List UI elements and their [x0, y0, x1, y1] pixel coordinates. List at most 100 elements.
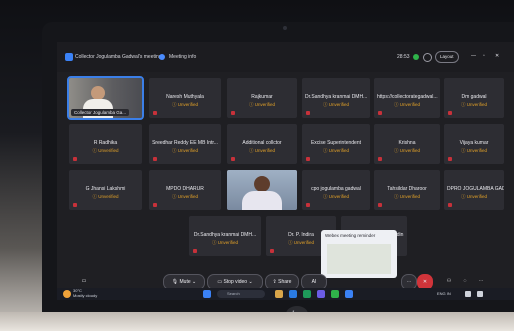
- unverified-badge: ⓘ Unverified: [393, 194, 420, 199]
- participant-tile[interactable]: R Radhika ⓘ Unverified: [69, 124, 142, 164]
- edge-icon[interactable]: [289, 290, 297, 298]
- unverified-badge: ⓘ Unverified: [171, 102, 198, 107]
- unverified-badge: ⓘ Unverified: [460, 194, 487, 199]
- more-icon[interactable]: ⋯: [475, 274, 487, 288]
- person-body: [242, 191, 282, 210]
- reminder-toast[interactable]: Webex meeting reminder: [321, 230, 397, 278]
- ai-label: AI: [311, 279, 317, 285]
- chrome-icon[interactable]: [303, 290, 311, 298]
- participant-tile[interactable]: Additional collctor ⓘ Unverified: [227, 124, 297, 164]
- unverified-badge: ⓘ Unverified: [211, 240, 238, 245]
- share-label: Share: [278, 279, 292, 285]
- unverified-badge: ⓘ Unverified: [460, 148, 487, 153]
- search-placeholder: Search: [227, 291, 240, 296]
- participant-name: https://collectorategadwal...: [377, 94, 438, 100]
- participant-name: cpo jogulamba gadwal: [311, 186, 361, 192]
- participant-tile[interactable]: https://collectorategadwal... ⓘ Unverifi…: [374, 78, 440, 118]
- participant-tile[interactable]: Dr.Sandhya kranmai DMH... ⓘ Unverified: [302, 78, 370, 118]
- connection-icon: [413, 54, 419, 60]
- participant-tile[interactable]: G Jhansi Lakshmi ⓘ Unverified: [69, 170, 142, 210]
- muted-mic-icon: [448, 111, 452, 115]
- camera-icon: ▭: [217, 279, 223, 285]
- start-icon[interactable]: [203, 290, 211, 298]
- windows-taskbar: 30°C Mostly cloudy Search ENG IN: [57, 288, 514, 300]
- muted-mic-icon: [448, 203, 452, 207]
- participant-tile[interactable]: Dr.Sandhya kranmai DMH... ⓘ Unverified: [189, 216, 261, 256]
- participant-name: Dr.Sandhya kranmai DMH...: [305, 94, 368, 100]
- unverified-badge: ⓘ Unverified: [322, 148, 349, 153]
- muted-mic-icon: [231, 157, 235, 161]
- muted-mic-icon: [306, 157, 310, 161]
- muted-mic-icon: [306, 111, 310, 115]
- maximize-icon[interactable]: ▫: [483, 51, 485, 62]
- minimize-icon[interactable]: —: [471, 51, 476, 62]
- layout-button[interactable]: Layout: [435, 51, 459, 63]
- participant-name: Additional collctor: [242, 140, 282, 146]
- webex-taskbar-icon[interactable]: [345, 290, 353, 298]
- unverified-badge: ⓘ Unverified: [248, 102, 275, 107]
- volume-icon[interactable]: [477, 291, 483, 297]
- taskbar-search[interactable]: Search: [217, 290, 265, 298]
- participant-name: Dm gadwal: [461, 94, 487, 100]
- participant-tile[interactable]: MPDO DHARUR ⓘ Unverified: [149, 170, 221, 210]
- participant-tile[interactable]: Naresh Muthyala ⓘ Unverified: [149, 78, 221, 118]
- toast-title: Webex meeting reminder: [325, 233, 376, 238]
- participant-name: Sreedhar Reddy EE MB Intr...: [152, 140, 218, 146]
- desk-surface: [0, 312, 514, 331]
- wifi-icon[interactable]: [465, 291, 471, 297]
- participant-tile[interactable]: Excise Superintendent ⓘ Unverified: [302, 124, 370, 164]
- shield-icon: [159, 54, 165, 60]
- muted-mic-icon: [73, 157, 77, 161]
- muted-mic-icon: [378, 157, 382, 161]
- weather-icon: [63, 290, 71, 298]
- participant-name: Excise Superintendent: [310, 140, 362, 146]
- meeting-info-tab[interactable]: Meeting info: [169, 53, 196, 62]
- unverified-badge: ⓘ Unverified: [92, 148, 119, 153]
- webcam: [283, 26, 287, 30]
- participants-icon[interactable]: ⚇: [443, 274, 455, 288]
- unverified-badge: ⓘ Unverified: [393, 148, 420, 153]
- participant-tile[interactable]: DPRO JOGULAMBA GADWAL ⓘ Unverified: [444, 170, 504, 210]
- unverified-badge: ⓘ Unverified: [393, 102, 420, 107]
- unverified-badge: ⓘ Unverified: [322, 102, 349, 107]
- meeting-timer: 28:53: [397, 54, 410, 60]
- layout-label: Layout: [440, 54, 454, 59]
- mic-icon: 🎙: [171, 279, 179, 285]
- unverified-badge: ⓘ Unverified: [171, 194, 198, 199]
- app-icon[interactable]: [331, 290, 339, 298]
- person-head: [91, 86, 105, 100]
- webex-icon: [65, 53, 73, 61]
- muted-mic-icon: [270, 249, 274, 253]
- search-icon[interactable]: [423, 53, 432, 62]
- teams-icon[interactable]: [317, 290, 325, 298]
- close-icon[interactable]: ✕: [495, 51, 499, 62]
- unverified-badge: ⓘ Unverified: [460, 102, 487, 107]
- muted-mic-icon: [193, 249, 197, 253]
- participant-tile[interactable]: Rajkumar ⓘ Unverified: [227, 78, 297, 118]
- participant-name: Collector Jogulamba Ga...: [71, 109, 130, 116]
- participant-tile-video[interactable]: [227, 170, 297, 210]
- muted-mic-icon: [73, 203, 77, 207]
- muted-mic-icon: [306, 203, 310, 207]
- participant-tile[interactable]: Vijaya kumar ⓘ Unverified: [444, 124, 504, 164]
- language-indicator[interactable]: ENG IN: [437, 290, 451, 298]
- participant-tile[interactable]: cpo jogulamba gadwal ⓘ Unverified: [302, 170, 370, 210]
- toast-preview: [327, 244, 391, 274]
- participant-name: MPDO DHARUR: [166, 186, 204, 192]
- participant-name: Rajkumar: [251, 94, 273, 100]
- participant-tile[interactable]: Sreedhar Reddy EE MB Intr... ⓘ Unverifie…: [149, 124, 221, 164]
- captions-icon[interactable]: ▭: [77, 274, 91, 288]
- muted-mic-icon: [153, 157, 157, 161]
- unverified-badge: ⓘ Unverified: [322, 194, 349, 199]
- participant-tile[interactable]: Dm gadwal ⓘ Unverified: [444, 78, 504, 118]
- meeting-tab[interactable]: Collector Jogulamba Gadwal's meeting: [75, 53, 162, 62]
- participant-tile[interactable]: Krishna ⓘ Unverified: [374, 124, 440, 164]
- chat-icon[interactable]: ◌: [459, 274, 471, 288]
- muted-mic-icon: [448, 157, 452, 161]
- file-explorer-icon[interactable]: [275, 290, 283, 298]
- participant-tile[interactable]: Tahsildar Dharoor ⓘ Unverified: [374, 170, 440, 210]
- unverified-badge: ⓘ Unverified: [92, 194, 119, 199]
- muted-mic-icon: [378, 111, 382, 115]
- participant-tile-video[interactable]: Collector Jogulamba Ga...: [67, 76, 144, 120]
- muted-mic-icon: [378, 203, 382, 207]
